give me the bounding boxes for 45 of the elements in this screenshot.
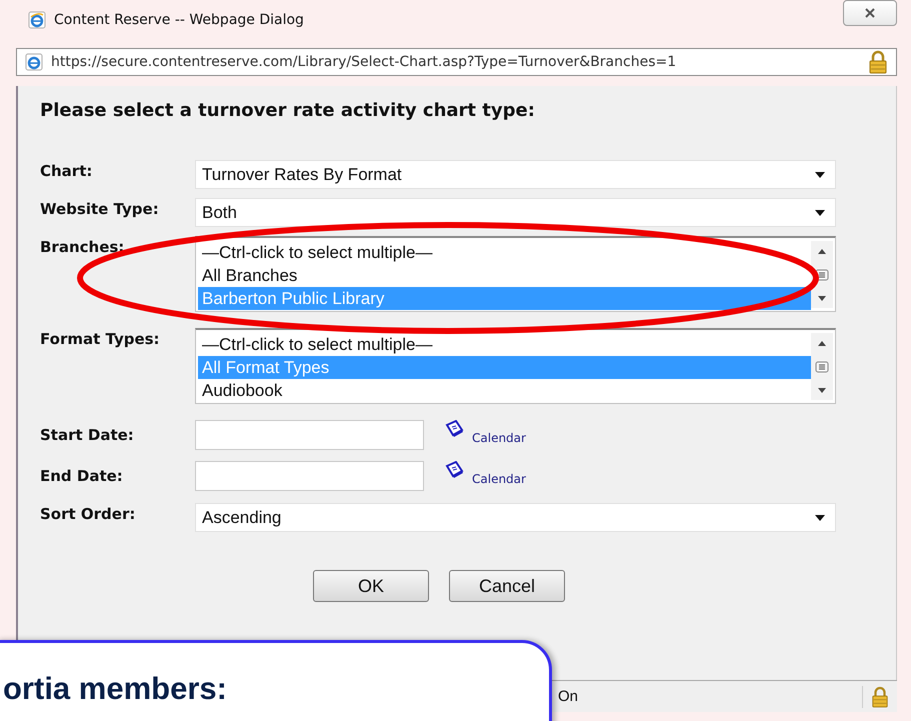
scrollbar[interactable] (811, 241, 833, 308)
status-text: On (558, 688, 578, 705)
list-option[interactable]: All Branches (198, 264, 811, 287)
list-option[interactable]: —Ctrl-click to select multiple— (198, 333, 811, 356)
calendar-link[interactable]: Calendar (472, 431, 526, 445)
window-title: Content Reserve -- Webpage Dialog (54, 12, 304, 28)
field-label: End Date: (40, 467, 124, 485)
dropdown[interactable]: Both (195, 198, 836, 227)
browser-icon (28, 11, 46, 29)
date-field[interactable] (195, 420, 424, 450)
dropdown-arrow-icon (815, 172, 825, 178)
field-label: Chart: (40, 161, 94, 180)
cancel-button[interactable]: Cancel (449, 570, 565, 602)
scroll-up-icon (818, 340, 826, 346)
dialog-heading: Please select a turnover rate activity chart type: (40, 100, 536, 123)
page-icon (25, 53, 43, 71)
dropdown-arrow-icon (815, 514, 825, 520)
date-field[interactable] (195, 461, 424, 491)
field-label: Website Type: (40, 199, 160, 218)
list-option[interactable]: Audiobook (198, 379, 811, 402)
lock-icon (862, 686, 889, 708)
scroll-down-icon (818, 296, 826, 300)
list-box[interactable]: —Ctrl-click to select multiple— All Format Types Audiobook (195, 328, 836, 404)
callout-text: ortia members: (3, 671, 227, 706)
field-label: Branches: (40, 237, 126, 256)
dropdown[interactable]: Ascending (195, 503, 836, 532)
lock-icon (868, 50, 888, 74)
scroll-up-icon (818, 248, 826, 254)
list-box[interactable]: —Ctrl-click to select multiple— All Branches Barberton Public Library (195, 236, 836, 312)
calendar-icon[interactable] (444, 420, 464, 438)
dropdown[interactable]: Turnover Rates By Format (195, 160, 836, 189)
close-button[interactable] (843, 0, 897, 26)
calendar-link[interactable]: Calendar (472, 472, 526, 486)
scrollbar[interactable] (811, 333, 833, 400)
url-text: https://secure.contentreserve.com/Library/Select-Chart.asp?Type=Turnover&Branches=1 (51, 54, 676, 70)
field-label: Sort Order: (40, 504, 136, 523)
close-icon (864, 7, 876, 19)
list-option[interactable]: —Ctrl-click to select multiple— (198, 241, 811, 264)
scroll-down-icon (818, 388, 826, 392)
calendar-icon[interactable] (444, 461, 464, 479)
field-label: Format Types: (40, 329, 161, 348)
field-label: Start Date: (40, 426, 135, 444)
scroll-grip-icon (815, 360, 829, 372)
dropdown-arrow-icon (815, 210, 825, 216)
ok-button[interactable]: OK (313, 570, 429, 602)
